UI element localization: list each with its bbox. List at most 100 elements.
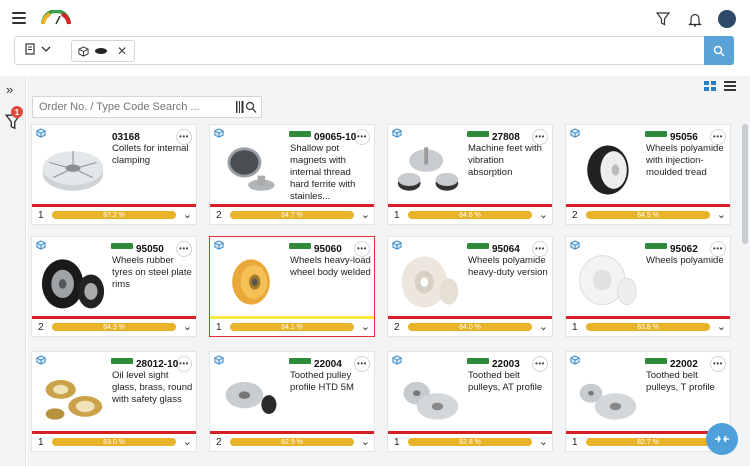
variant-count: 1 bbox=[38, 210, 44, 221]
app-logo[interactable] bbox=[40, 10, 72, 26]
product-code[interactable]: 22004 bbox=[314, 359, 342, 370]
product-code[interactable]: 22002 bbox=[670, 359, 698, 370]
chevron-down-icon[interactable]: ⌄ bbox=[717, 320, 726, 333]
product-card[interactable]: ••• 28012-10 Oil level sight glass, brass,… bbox=[31, 351, 197, 452]
chevron-down-icon[interactable]: ⌄ bbox=[183, 435, 192, 448]
list-view-icon[interactable] bbox=[724, 81, 736, 91]
brand-logo bbox=[289, 131, 311, 137]
product-image[interactable] bbox=[572, 249, 642, 315]
bell-icon[interactable] bbox=[686, 10, 704, 28]
variant-count: 2 bbox=[572, 210, 578, 221]
variant-count: 2 bbox=[38, 322, 44, 333]
product-code[interactable]: 95050 bbox=[136, 244, 164, 255]
chevron-down-icon[interactable]: ⌄ bbox=[183, 320, 192, 333]
match-progress-label: 84.1 % bbox=[281, 323, 303, 331]
filter-icon[interactable] bbox=[654, 10, 672, 28]
product-image[interactable] bbox=[216, 137, 286, 203]
brand-logo bbox=[289, 358, 311, 364]
product-card[interactable]: ••• 03168 Collets for internal clamping 1 87… bbox=[31, 124, 197, 225]
search-type-dropdown[interactable] bbox=[25, 43, 51, 55]
variant-count: 1 bbox=[572, 322, 578, 333]
product-description: Oil level sight glass, brass, round with… bbox=[112, 370, 193, 405]
chevron-down-icon[interactable]: ⌄ bbox=[361, 435, 370, 448]
product-code[interactable]: 09065-10 bbox=[314, 132, 356, 143]
variant-count: 1 bbox=[572, 437, 578, 448]
chevron-down-icon[interactable]: ⌄ bbox=[717, 208, 726, 221]
collapse-arrows-icon bbox=[715, 435, 729, 443]
status-line bbox=[32, 316, 196, 319]
chevron-down-icon[interactable]: ⌄ bbox=[539, 435, 548, 448]
product-code[interactable]: 03168 bbox=[112, 132, 140, 143]
order-number-search bbox=[32, 96, 262, 118]
product-code[interactable]: 27808 bbox=[492, 132, 520, 143]
status-line bbox=[566, 431, 730, 434]
product-code[interactable]: 95056 bbox=[670, 132, 698, 143]
product-card[interactable]: ••• 95060 Wheels heavy-load wheel body wel… bbox=[209, 236, 375, 337]
product-image[interactable] bbox=[394, 249, 464, 315]
brand-logo bbox=[111, 358, 133, 364]
product-image[interactable] bbox=[38, 249, 108, 315]
chevron-down-icon[interactable]: ⌄ bbox=[183, 208, 192, 221]
close-icon[interactable]: ✕ bbox=[117, 44, 127, 58]
product-card[interactable]: ••• 95064 Wheels polyamide heavy-duty vers… bbox=[387, 236, 553, 337]
status-line bbox=[566, 204, 730, 207]
product-description: Shallow pot magnets with internal thread… bbox=[290, 143, 356, 202]
variant-count: 1 bbox=[394, 210, 400, 221]
product-card[interactable]: ••• 09065-10 Shallow pot magnets with inte… bbox=[209, 124, 375, 225]
product-image[interactable] bbox=[572, 137, 642, 203]
left-rail: » 1 bbox=[0, 76, 26, 466]
match-progress-label: 83.0 % bbox=[103, 438, 125, 446]
product-image[interactable] bbox=[216, 364, 286, 430]
document-icon bbox=[25, 43, 35, 55]
product-card[interactable]: ••• 22004 Toothed pulley profile HTD 5M 2 82… bbox=[209, 351, 375, 452]
product-code[interactable]: 28012-10 bbox=[136, 359, 178, 370]
status-line bbox=[32, 204, 196, 207]
product-description: Toothed pulley profile HTD 5M bbox=[290, 370, 354, 393]
product-code[interactable]: 95060 bbox=[314, 244, 342, 255]
variant-count: 2 bbox=[216, 437, 222, 448]
avatar[interactable] bbox=[718, 10, 736, 28]
product-card[interactable]: ••• 95050 Wheels rubber tyres on steel pla… bbox=[31, 236, 197, 337]
barcode-search-icon[interactable] bbox=[235, 100, 257, 114]
product-image[interactable] bbox=[394, 364, 464, 430]
menu-icon[interactable] bbox=[12, 12, 26, 24]
search-button[interactable] bbox=[704, 36, 734, 65]
order-number-input[interactable] bbox=[33, 97, 229, 117]
match-progress-bar: 84.0 % bbox=[408, 323, 532, 331]
match-progress-label: 84.7 % bbox=[281, 211, 303, 219]
product-image[interactable] bbox=[572, 364, 642, 430]
variant-count: 2 bbox=[394, 322, 400, 333]
scrollbar[interactable] bbox=[742, 124, 748, 244]
product-image[interactable] bbox=[38, 137, 108, 203]
chevron-down-icon[interactable]: ⌄ bbox=[539, 208, 548, 221]
chevron-down-icon[interactable]: ⌄ bbox=[361, 208, 370, 221]
status-line bbox=[388, 204, 552, 207]
match-progress-bar: 82.7 % bbox=[586, 438, 710, 446]
product-image[interactable] bbox=[394, 137, 464, 203]
product-card[interactable]: ••• 95056 Wheels polyamide with injection-… bbox=[565, 124, 731, 225]
chevron-down-icon[interactable]: ⌄ bbox=[361, 320, 370, 333]
brand-logo bbox=[645, 243, 667, 249]
product-image[interactable] bbox=[38, 364, 108, 430]
product-code[interactable]: 95062 bbox=[670, 244, 698, 255]
product-code[interactable]: 95064 bbox=[492, 244, 520, 255]
status-line bbox=[32, 431, 196, 434]
product-card[interactable]: ••• 27808 Machine feet with vibration abso… bbox=[387, 124, 553, 225]
brand-logo bbox=[467, 131, 489, 137]
product-image[interactable] bbox=[216, 249, 286, 315]
match-progress-bar: 83.8 % bbox=[586, 323, 710, 331]
product-code[interactable]: 22003 bbox=[492, 359, 520, 370]
search-filter-chip[interactable]: ✕ bbox=[71, 40, 135, 62]
chevron-down-icon[interactable]: ⌄ bbox=[539, 320, 548, 333]
main-search-bar[interactable]: ✕ bbox=[14, 36, 734, 65]
match-progress-bar: 84.7 % bbox=[230, 211, 354, 219]
match-progress-label: 83.8 % bbox=[637, 323, 659, 331]
brand-logo bbox=[645, 131, 667, 137]
product-card[interactable]: ••• 95062 Wheels polyamide 1 83.8 % ⌄ bbox=[565, 236, 731, 337]
product-card[interactable]: ••• 22003 Toothed belt pulleys, AT profile… bbox=[387, 351, 553, 452]
match-progress-label: 84.0 % bbox=[459, 323, 481, 331]
expand-panel-icon[interactable]: » bbox=[6, 82, 13, 97]
compare-fab-button[interactable] bbox=[706, 423, 738, 455]
status-line bbox=[210, 431, 374, 434]
grid-view-icon[interactable] bbox=[704, 81, 716, 91]
